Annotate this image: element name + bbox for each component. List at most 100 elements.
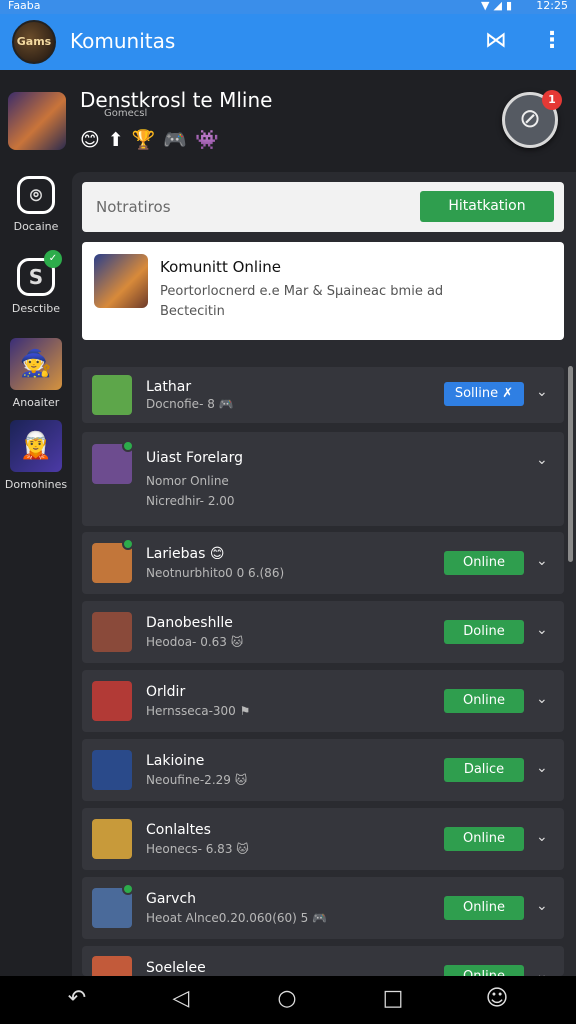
status-left-text: Faaba (8, 0, 41, 12)
chevron-down-icon[interactable]: ⌄ (536, 760, 548, 776)
info-card-thumbnail (94, 254, 148, 308)
home-icon[interactable]: ○ (272, 986, 302, 1014)
sidebar-item-elf[interactable]: 🧝 Domohines (0, 420, 72, 491)
status-time: 12:25 (536, 0, 568, 12)
back-icon[interactable]: ◁ (166, 986, 196, 1014)
sidebar-item-chat[interactable]: S ✓ Desctibe (0, 250, 72, 315)
row-name: Lariebas 😊 (146, 546, 225, 562)
row-meta: Neoufine-2.29 🐱 (146, 773, 248, 787)
community-avatar[interactable] (8, 92, 66, 150)
info-card-description: Peortorlocnerd e.e Mar & Sµaineac bmie a… (160, 284, 444, 319)
community-subtitle: Gomecsl (104, 108, 148, 119)
emoji-arrow-icon[interactable]: ⬆ (108, 129, 132, 151)
row-thumbnail (92, 819, 132, 859)
row-meta: Heodoa- 0.63 🐱 (146, 635, 244, 649)
signal-icon: ◢ (493, 0, 506, 12)
row-thumbnail (92, 612, 132, 652)
discord-icon: ⌾ (17, 176, 55, 214)
list-item[interactable]: Lariebas 😊 Neotnurbhito0 0 6.(86) Online… (82, 532, 564, 594)
row-thumbnail (92, 375, 132, 415)
community-emoji-row: 😊⬆🏆🎮👾 (80, 128, 227, 151)
list-item[interactable]: Lakioine Neoufine-2.29 🐱 Dalice ⌄ (82, 739, 564, 801)
row-status-button[interactable]: Dalice (444, 758, 524, 782)
chevron-down-icon[interactable]: ⌄ (536, 622, 548, 638)
list-item[interactable]: Uiast Forelarg Nomor Online Nicredhir- 2… (82, 432, 564, 526)
row-meta: Neotnurbhito0 0 6.(86) (146, 566, 285, 580)
sidebar-item-label: Desctibe (11, 302, 61, 315)
row-name: Lathar (146, 379, 192, 395)
row-meta: Nomor Online (146, 474, 229, 488)
row-meta: Heonecs- 6.83 🐱 (146, 842, 249, 856)
emoji-trophy-icon[interactable]: 🏆 (132, 129, 164, 151)
row-meta-secondary: Nicredhir- 2.00 (146, 494, 235, 508)
assistant-icon[interactable]: ☺ (482, 986, 512, 1014)
recents-icon[interactable]: □ (378, 986, 408, 1014)
chevron-down-icon[interactable]: ⌄ (536, 553, 548, 569)
list-item[interactable]: Orldir Hernsseca-300 ⚑ Online ⌄ (82, 670, 564, 732)
row-thumbnail (92, 956, 132, 976)
app-bar: Gams Komunitas ⋈ ⋮ (0, 14, 576, 70)
sidebar-item-wizard[interactable]: 🧙 Anoaiter (0, 338, 72, 409)
search-button[interactable]: Hitatkation (420, 191, 554, 222)
row-thumbnail (92, 681, 132, 721)
chevron-down-icon[interactable]: ⌄ (536, 898, 548, 914)
online-dot (122, 883, 134, 895)
chevron-down-icon[interactable]: ⌄ (536, 691, 548, 707)
list-item[interactable]: Lathar Docnofie- 8 🎮 Solline ✗ ⌄ (82, 367, 564, 423)
row-name: Uiast Forelarg (146, 450, 243, 466)
row-name: Conlaltes (146, 822, 211, 838)
list-item[interactable]: Soelelee Online ⌄ (82, 946, 564, 976)
chevron-down-icon[interactable]: ⌄ (536, 452, 548, 468)
battery-icon: ▮ (505, 0, 516, 12)
row-status-button[interactable]: Solline ✗ (444, 382, 524, 406)
list-item[interactable]: Garvch Heoat Alnce0.20.060(60) 5 🎮 Onlin… (82, 877, 564, 939)
share-icon[interactable]: ⋈ (482, 28, 510, 56)
row-status-button[interactable]: Online (444, 896, 524, 920)
nav-bar: ↶ ◁ ○ □ ☺ (0, 976, 576, 1024)
emoji-monster-icon[interactable]: 👾 (195, 129, 227, 151)
row-thumbnail (92, 750, 132, 790)
status-icons: ▼◢▮ (481, 0, 516, 12)
chevron-down-icon[interactable]: ⌄ (536, 384, 548, 400)
search-input[interactable] (96, 196, 396, 218)
row-meta: Hernsseca-300 ⚑ (146, 704, 251, 718)
search-bar: Hitatkation (82, 182, 564, 232)
row-meta: Heoat Alnce0.20.060(60) 5 🎮 (146, 911, 328, 925)
emoji-game-icon[interactable]: 🎮 (163, 129, 195, 151)
avatar-elf-icon: 🧝 (10, 420, 62, 472)
row-status-button[interactable]: Online (444, 965, 524, 976)
undo-icon[interactable]: ↶ (62, 986, 92, 1014)
sidebar-item-label: Anoaiter (12, 396, 60, 409)
row-name: Soelelee (146, 960, 206, 976)
row-name: Danobeshlle (146, 615, 233, 631)
row-status-button[interactable]: Online (444, 827, 524, 851)
status-bar: Faaba ▼◢▮ 12:25 (0, 0, 576, 14)
online-dot (122, 538, 134, 550)
row-name: Garvch (146, 891, 197, 907)
chevron-down-icon[interactable]: ⌄ (536, 967, 548, 976)
row-name: Orldir (146, 684, 186, 700)
app-logo[interactable]: Gams (12, 20, 56, 64)
notification-badge: 1 (542, 90, 562, 110)
row-status-button[interactable]: Doline (444, 620, 524, 644)
emoji-smile-icon[interactable]: 😊 (80, 129, 108, 151)
row-meta: Docnofie- 8 🎮 (146, 397, 234, 411)
list-item[interactable]: Danobeshlle Heodoa- 0.63 🐱 Doline ⌄ (82, 601, 564, 663)
online-dot (122, 440, 134, 452)
more-vert-icon[interactable]: ⋮ (540, 28, 564, 56)
sidebar-item-label: Domohines (4, 478, 68, 491)
pencil-icon: ⊘ (519, 104, 541, 134)
info-card-title: Komunitt Online (160, 258, 281, 276)
scrollbar[interactable] (568, 366, 573, 562)
row-status-button[interactable]: Online (444, 689, 524, 713)
content-area: Denstkrosl te Mline Gomecsl 😊⬆🏆🎮👾 ⊘ 1 ⌾ … (0, 70, 576, 976)
row-status-button[interactable]: Online (444, 551, 524, 575)
chat-badge: ✓ (44, 250, 62, 268)
sidebar-item-discord[interactable]: ⌾ Docaine (0, 176, 72, 233)
chevron-down-icon[interactable]: ⌄ (536, 829, 548, 845)
sidebar-item-label: Docaine (13, 220, 59, 233)
wifi-icon: ▼ (481, 0, 494, 12)
row-name: Lakioine (146, 753, 205, 769)
info-card[interactable]: Komunitt Online Peortorlocnerd e.e Mar &… (82, 242, 564, 340)
list-item[interactable]: Conlaltes Heonecs- 6.83 🐱 Online ⌄ (82, 808, 564, 870)
